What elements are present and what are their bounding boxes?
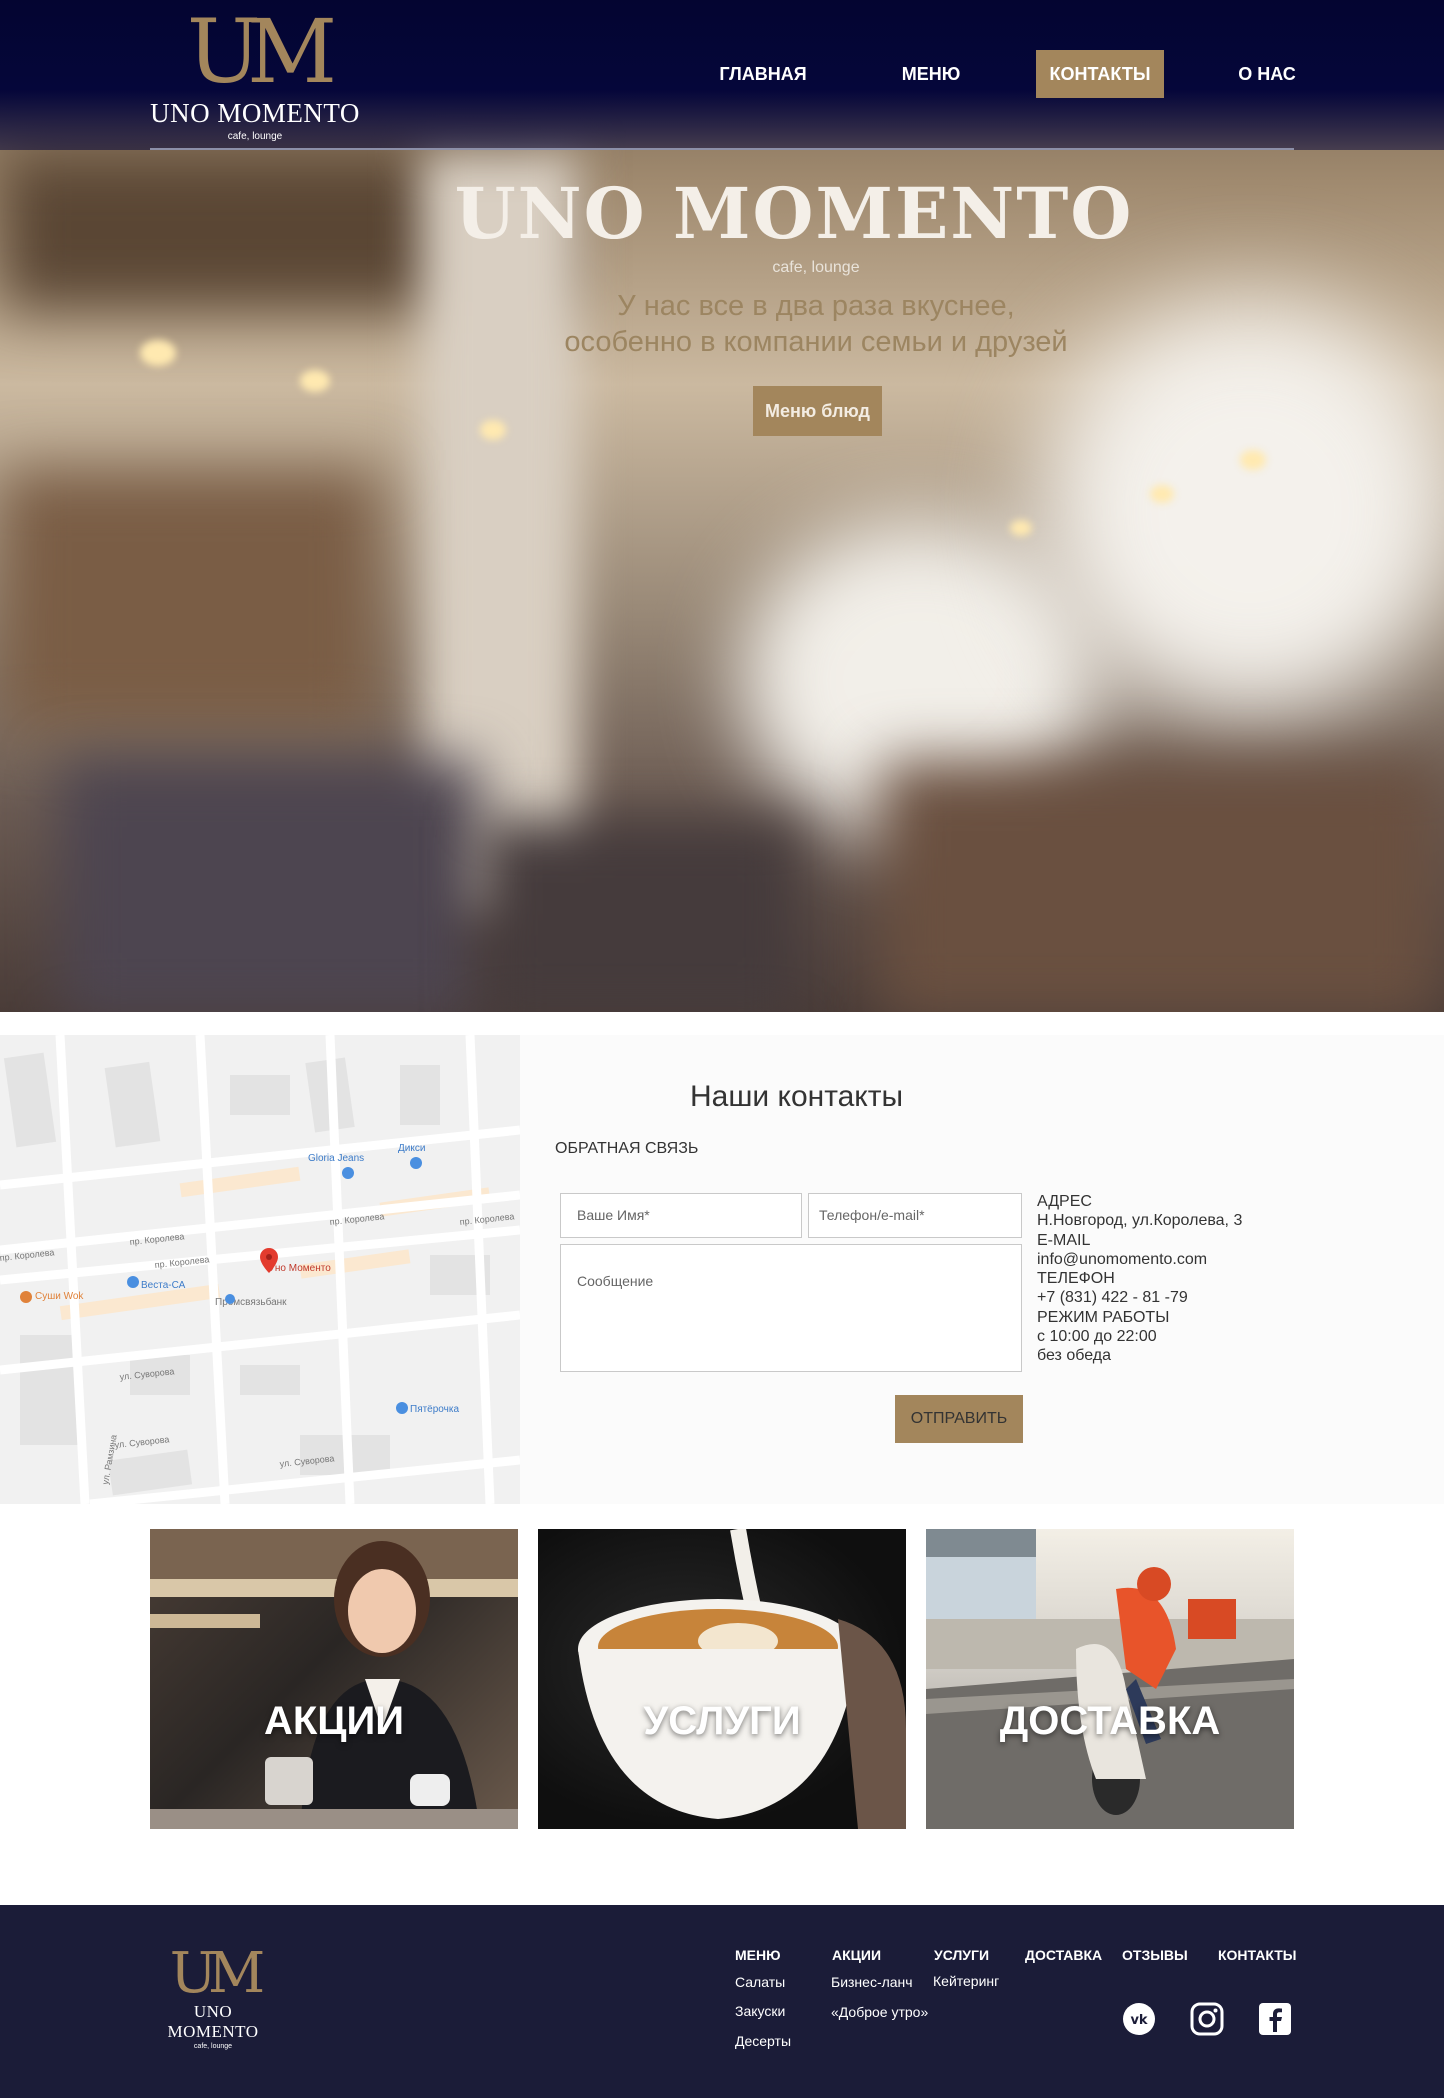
footer-logo-monogram: UM bbox=[169, 1941, 266, 2006]
map-poi-label: Уно Моменто bbox=[269, 1263, 331, 1274]
hours-label: РЕЖИМ РАБОТЫ bbox=[1037, 1308, 1170, 1326]
logo-tagline: cafe, lounge bbox=[227, 131, 283, 142]
contact-info: АДРЕС Н.Новгород, ул.Королева, 3 E-MAIL … bbox=[1037, 1192, 1242, 1366]
delivery-label: ДОСТАВКА bbox=[999, 1699, 1221, 1743]
promotions-tile[interactable]: АКЦИИ bbox=[150, 1529, 518, 1829]
services-label: УСЛУГИ bbox=[643, 1699, 801, 1743]
footer-link-snacks[interactable]: Закуски bbox=[735, 2003, 785, 2019]
address-label: АДРЕС bbox=[1037, 1193, 1092, 1210]
email-value[interactable]: info@unomomento.com bbox=[1037, 1250, 1242, 1269]
footer-link-good-morning[interactable]: «Доброе утро» bbox=[831, 2004, 928, 2020]
phone-value[interactable]: +7 (831) 422 - 81 -79 bbox=[1037, 1288, 1242, 1307]
hours-value: с 10:00 до 22:00 bbox=[1037, 1328, 1157, 1346]
hero-background-image bbox=[0, 0, 1444, 1012]
send-button[interactable]: ОТПРАВИТЬ bbox=[895, 1395, 1023, 1443]
email-label: E-MAIL bbox=[1037, 1231, 1091, 1249]
footer-delivery-heading[interactable]: ДОСТАВКА bbox=[1025, 1947, 1102, 1963]
facebook-icon[interactable] bbox=[1258, 2002, 1292, 2036]
contacts-title: Наши контакты bbox=[690, 1080, 904, 1113]
menu-dishes-button[interactable]: Меню блюд bbox=[753, 386, 882, 436]
services-image bbox=[578, 1529, 906, 1829]
logo-name: UNO MOMENTO bbox=[150, 98, 360, 128]
footer-menu-heading[interactable]: МЕНЮ bbox=[735, 1947, 781, 1963]
footer-link-catering[interactable]: Кейтеринг bbox=[933, 1973, 999, 1989]
nav-item-menu[interactable]: МЕНЮ bbox=[888, 50, 974, 98]
map-poi-label: Пятёрочка bbox=[410, 1404, 459, 1415]
nav-item-about[interactable]: О НАС bbox=[1232, 50, 1302, 98]
footer-reviews-heading[interactable]: ОТЗЫВЫ bbox=[1122, 1947, 1188, 1963]
hero-tagline-line1: У нас все в два раза вкуснее, bbox=[617, 290, 1015, 322]
nav-item-contacts[interactable]: КОНТАКТЫ bbox=[1036, 50, 1164, 98]
location-map[interactable]: пр. Королева пр. Королева пр. Королева п… bbox=[0, 1035, 520, 1504]
footer-logo[interactable]: UM UNO MOMENTO cafe, lounge bbox=[150, 1941, 276, 2078]
hero-tagline-line2: особенно в компании семьи и друзей bbox=[564, 326, 1068, 358]
address-value: Н.Новгород, ул.Королева, 3 bbox=[1037, 1212, 1243, 1230]
map-poi-label: Суши Wok bbox=[35, 1291, 84, 1302]
map-poi-label: Gloria Jeans bbox=[308, 1153, 364, 1164]
delivery-tile[interactable]: ДОСТАВКА bbox=[926, 1529, 1294, 1829]
feedback-label: ОБРАТНАЯ СВЯЗЬ bbox=[555, 1140, 699, 1157]
footer-logo-name: UNO MOMENTO bbox=[167, 2002, 259, 2041]
hero-section bbox=[0, 0, 1444, 1012]
svg-text:vk: vk bbox=[1130, 2013, 1147, 2028]
delivery-image bbox=[926, 1529, 1294, 1829]
name-input[interactable]: Ваше Имя* bbox=[560, 1193, 802, 1238]
phone-email-input[interactable]: Телефон/e-mail* bbox=[808, 1193, 1022, 1238]
header-divider bbox=[150, 148, 1294, 150]
map-poi-label: Веста-СА bbox=[141, 1280, 186, 1291]
promotions-label: АКЦИИ bbox=[263, 1699, 405, 1743]
footer-services-heading[interactable]: УСЛУГИ bbox=[934, 1947, 989, 1963]
map-poi-label: Дикси bbox=[398, 1143, 425, 1154]
vk-icon[interactable]: vk bbox=[1122, 2002, 1156, 2036]
promotions-image bbox=[150, 1529, 518, 1829]
hero-title: UNO MOMENTO bbox=[454, 172, 1134, 255]
footer-link-business-lunch[interactable]: Бизнес-ланч bbox=[831, 1974, 913, 1990]
footer-link-salads[interactable]: Салаты bbox=[735, 1974, 785, 1990]
footer-link-desserts[interactable]: Десерты bbox=[735, 2033, 791, 2049]
phone-label: ТЕЛЕФОН bbox=[1037, 1270, 1115, 1288]
footer-logo-tagline: cafe, lounge bbox=[193, 2043, 233, 2050]
services-tile[interactable]: УСЛУГИ bbox=[538, 1529, 906, 1829]
hero-subtitle: cafe, lounge bbox=[772, 259, 860, 276]
nav-item-home[interactable]: ГЛАВНАЯ bbox=[705, 50, 821, 98]
footer-promotions-heading[interactable]: АКЦИИ bbox=[832, 1947, 881, 1963]
footer-contacts-heading[interactable]: КОНТАКТЫ bbox=[1218, 1947, 1296, 1963]
instagram-icon[interactable] bbox=[1190, 2002, 1224, 2036]
hours-note: без обеда bbox=[1037, 1347, 1111, 1365]
message-textarea[interactable]: Сообщение bbox=[560, 1244, 1022, 1372]
main-nav: ГЛАВНАЯ МЕНЮ КОНТАКТЫ О НАС bbox=[0, 50, 1444, 100]
